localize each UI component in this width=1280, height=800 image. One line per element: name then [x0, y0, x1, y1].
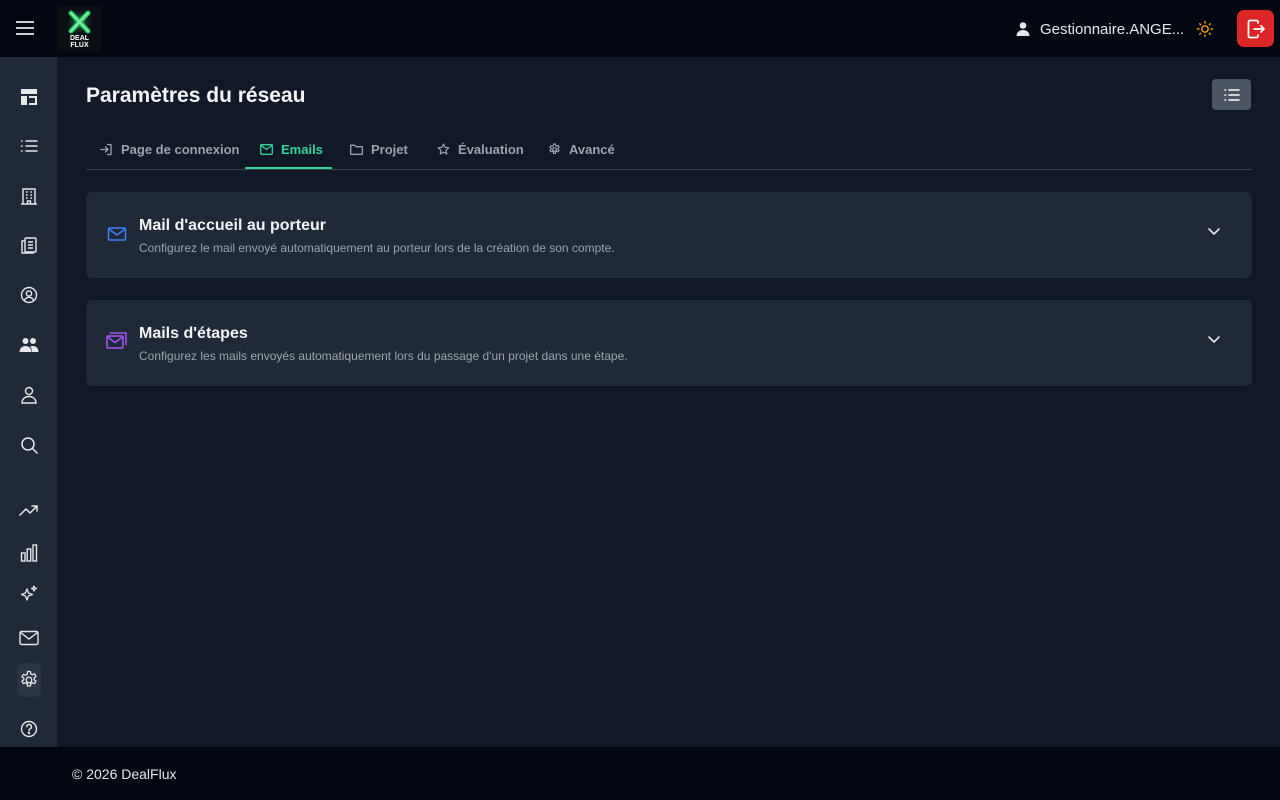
top-bar: DEAL FLUX Gestionnaire.ANGE...: [0, 0, 1280, 57]
card-welcome-mail[interactable]: Mail d'accueil au porteur Configurez le …: [86, 192, 1252, 278]
sidebar: [0, 57, 57, 747]
tab-label: Page de connexion: [121, 142, 240, 157]
chevron-down-icon[interactable]: [1206, 331, 1222, 347]
tab-label: Projet: [371, 142, 408, 157]
users-icon[interactable]: [17, 333, 41, 357]
card-title: Mails d'étapes: [139, 325, 248, 342]
login-icon: [100, 143, 113, 156]
folder-icon: [350, 144, 363, 155]
mail-icon[interactable]: [17, 626, 41, 650]
hamburger-menu-icon[interactable]: [15, 18, 35, 38]
bar-chart-icon[interactable]: [17, 541, 41, 565]
chevron-down-icon[interactable]: [1206, 223, 1222, 239]
settings-tabs: Page de connexion Emails Projet Évaluati…: [86, 130, 1252, 170]
trending-icon[interactable]: [17, 498, 41, 522]
list-icon: [1223, 88, 1240, 102]
tab-label: Évaluation: [458, 142, 524, 157]
active-tab-indicator: [245, 167, 332, 169]
card-title: Mail d'accueil au porteur: [139, 217, 326, 234]
tab-label: Emails: [281, 142, 323, 157]
logo-line-2: FLUX: [70, 42, 89, 49]
settings-icon[interactable]: [17, 663, 41, 697]
user-icon: [1015, 21, 1031, 37]
list-view-button[interactable]: [1212, 79, 1251, 110]
building-icon[interactable]: [17, 184, 41, 208]
app-logo[interactable]: DEAL FLUX: [57, 6, 102, 51]
envelope-icon: [107, 224, 127, 244]
footer: © 2026 DealFlux: [0, 747, 1280, 800]
user-name: Gestionnaire.ANGE...: [1040, 20, 1185, 38]
clipboard-icon[interactable]: [17, 233, 41, 257]
user-outline-icon[interactable]: [17, 383, 41, 407]
tab-avance[interactable]: Avancé: [548, 130, 615, 169]
sparkles-icon[interactable]: [17, 582, 41, 606]
user-circle-icon[interactable]: [17, 283, 41, 307]
page-title: Paramètres du réseau: [86, 84, 306, 107]
card-description: Configurez les mails envoyés automatique…: [139, 349, 628, 363]
card-stage-mails[interactable]: Mails d'étapes Configurez les mails envo…: [86, 300, 1252, 386]
search-icon[interactable]: [17, 433, 41, 457]
footer-copyright: © 2026 DealFlux: [72, 766, 177, 782]
help-icon[interactable]: [17, 717, 41, 741]
tab-projet[interactable]: Projet: [350, 130, 408, 169]
envelopes-stack-icon: [106, 331, 128, 353]
tab-label: Avancé: [569, 142, 615, 157]
tab-page-de-connexion[interactable]: Page de connexion: [100, 130, 239, 169]
dashboard-icon[interactable]: [17, 85, 41, 109]
star-icon: [437, 143, 450, 156]
logout-icon: [1246, 19, 1266, 39]
mail-icon: [260, 144, 273, 155]
sun-icon[interactable]: [1195, 19, 1215, 39]
gear-icon: [548, 143, 561, 156]
list-icon[interactable]: [17, 134, 41, 158]
logo-line-1: DEAL: [69, 35, 90, 42]
tab-evaluation[interactable]: Évaluation: [437, 130, 524, 169]
user-menu[interactable]: Gestionnaire.ANGE...: [1015, 17, 1184, 41]
logout-button[interactable]: [1237, 10, 1274, 47]
card-description: Configurez le mail envoyé automatiquemen…: [139, 241, 615, 255]
tab-emails[interactable]: Emails: [260, 130, 323, 169]
